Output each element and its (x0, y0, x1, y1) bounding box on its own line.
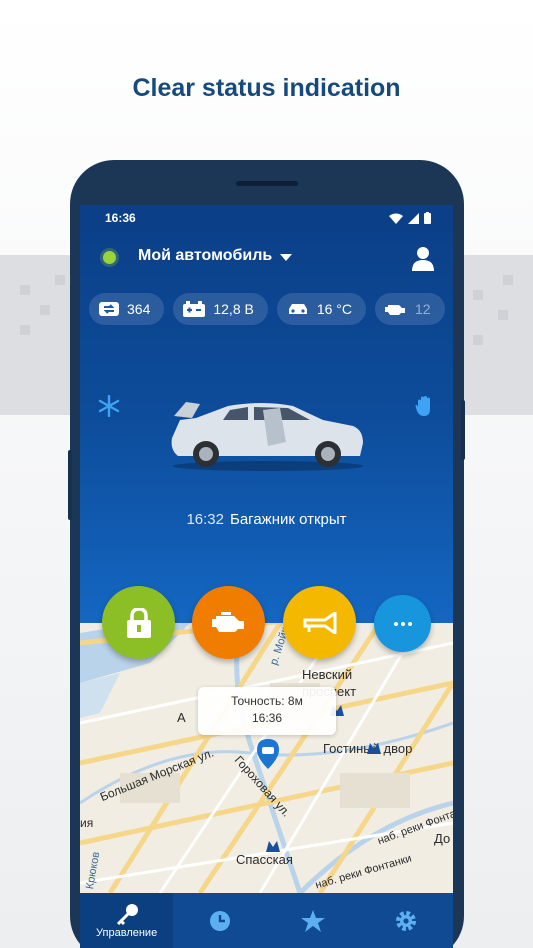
chip-engine-value: 12 (415, 301, 431, 317)
snowflake-icon[interactable] (98, 395, 120, 417)
map-label-nevsky: Невский (302, 667, 353, 682)
bottom-navigation: Управление (80, 893, 453, 948)
battery-charge-icon (99, 302, 119, 316)
map-label-ia-left: ия (80, 816, 94, 830)
chip-temperature-value: 16 °C (316, 301, 353, 317)
map-label-do: До (434, 831, 451, 846)
battery-icon (424, 212, 431, 224)
user-profile-icon[interactable] (411, 245, 435, 271)
horn-icon (303, 611, 336, 634)
wifi-icon (389, 213, 403, 224)
car-illustration (171, 402, 363, 471)
nav-settings[interactable] (360, 893, 453, 948)
star-icon (301, 909, 326, 932)
phone-side-button (461, 400, 465, 460)
app-bar: Мой автомобиль (80, 243, 453, 273)
engine-icon (211, 611, 244, 632)
clock-icon (209, 910, 230, 931)
chip-mileage-value: 364 (127, 301, 151, 317)
signal-icon (408, 212, 419, 224)
event-time: 16:32 (186, 511, 224, 528)
chip-temperature[interactable]: 16 °C (276, 293, 367, 325)
nav-history[interactable] (173, 893, 266, 948)
car-selector[interactable]: Мой автомобиль (138, 247, 272, 265)
accuracy-time: 16:36 (251, 711, 283, 725)
nav-control[interactable]: Управление (80, 893, 174, 948)
lock-button[interactable] (102, 586, 175, 659)
engine-icon (385, 305, 406, 315)
metro-icon (367, 743, 381, 754)
last-event: 16:32 Багажник открыт (80, 511, 453, 528)
map-label-left-a: А (177, 710, 186, 725)
car-battery-icon (183, 301, 206, 317)
nav-favorites[interactable] (267, 893, 360, 948)
car-location-pin-icon[interactable] (257, 739, 279, 769)
key-icon (116, 903, 138, 925)
map-label-spasskaya: Спасская (236, 852, 293, 867)
status-time: 16:36 (105, 211, 136, 225)
app-screen: 16:36 Мой автомобиль 364 12,8 В 16 °C 12… (80, 205, 453, 948)
telemetry-chips: 364 12,8 В 16 °C 12 (89, 293, 445, 325)
gear-icon (396, 910, 417, 931)
car-temperature-icon (288, 304, 307, 314)
event-text: Багажник открыт (230, 511, 347, 528)
hand-stop-icon[interactable] (415, 395, 433, 417)
phone-volume-button (68, 450, 72, 520)
headline: Clear status indication (132, 74, 401, 102)
engine-start-button[interactable] (192, 586, 265, 659)
nav-control-label: Управление (96, 926, 158, 939)
accuracy-label: Точность: 8м (231, 694, 303, 708)
system-status-bar: 16:36 (105, 209, 431, 227)
location-accuracy-popup: Точность: 8м 16:36 (198, 687, 336, 735)
more-actions-button[interactable] (374, 595, 431, 652)
connection-status-dot (103, 251, 116, 264)
horn-button[interactable] (283, 586, 356, 659)
chip-battery-value: 12,8 В (213, 301, 254, 317)
status-panel: 16:36 Мой автомобиль 364 12,8 В 16 °C 12… (80, 205, 453, 625)
chip-battery[interactable]: 12,8 В (173, 293, 268, 325)
lock-icon (126, 607, 151, 638)
more-dots-icon (393, 621, 412, 626)
chip-mileage[interactable]: 364 (89, 293, 165, 325)
chevron-down-icon[interactable] (280, 254, 292, 261)
phone-speaker (236, 181, 298, 186)
metro-icon (266, 841, 280, 852)
chip-engine[interactable]: 12 (375, 293, 445, 325)
